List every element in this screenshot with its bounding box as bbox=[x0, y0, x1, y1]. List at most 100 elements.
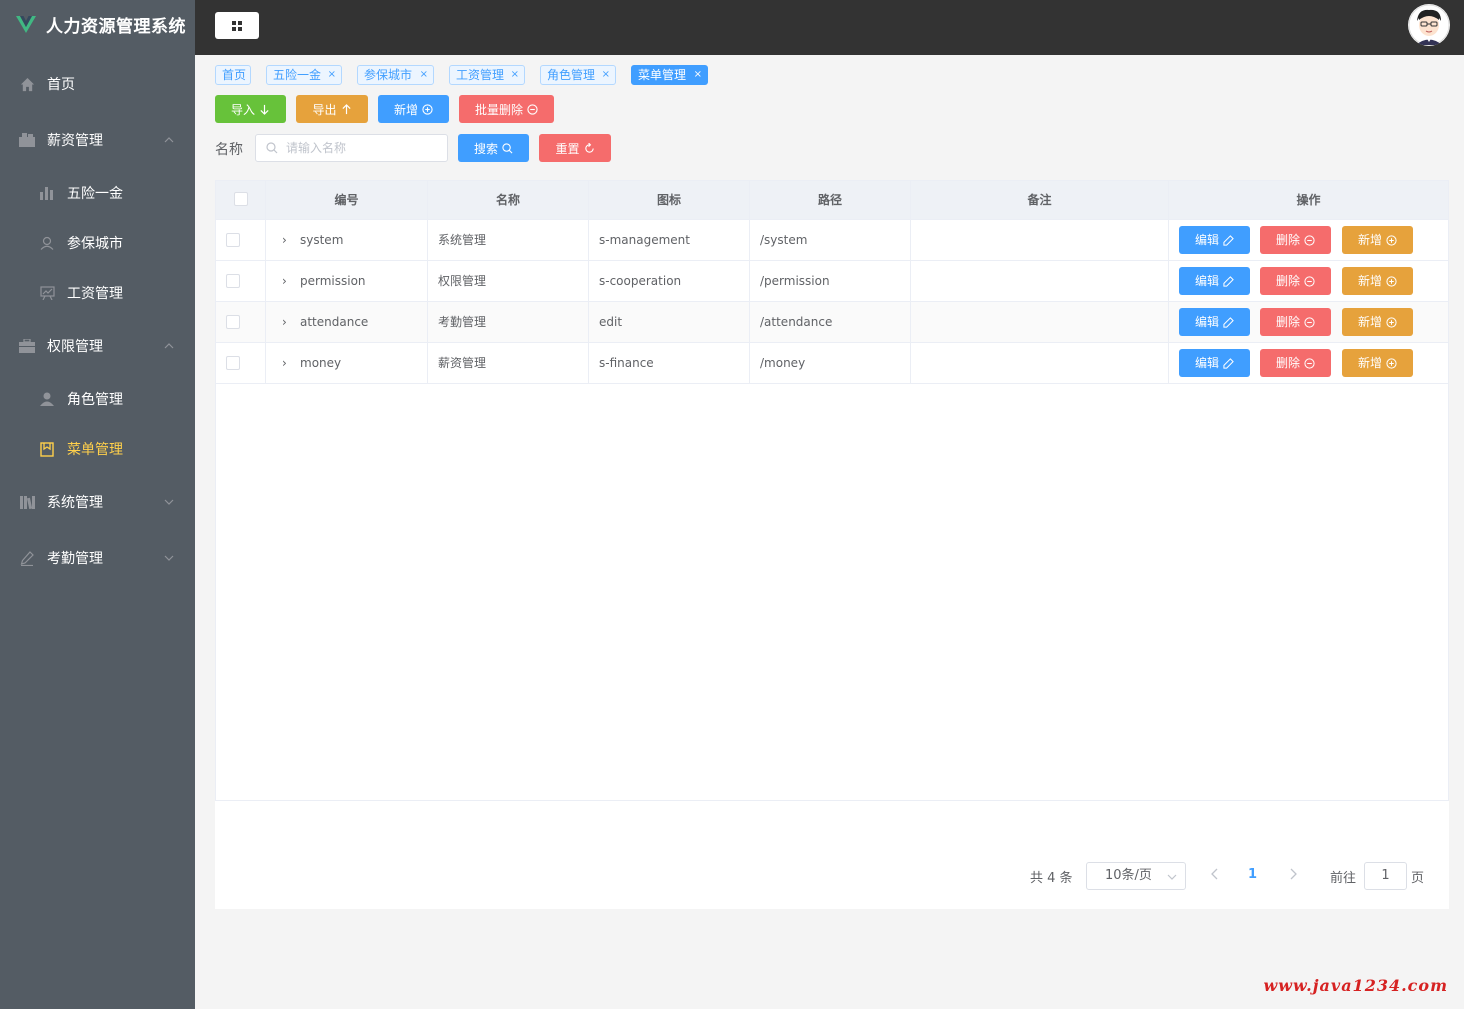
sidebar-item-salary[interactable]: 薪资管理 bbox=[0, 115, 195, 165]
tag-insurance[interactable]: 五险一金 × bbox=[266, 65, 342, 85]
table-row: › attendance 考勤管理 edit /attendance 编辑 删除 … bbox=[216, 302, 1448, 343]
expand-arrow-icon[interactable]: › bbox=[282, 343, 292, 383]
row-checkbox[interactable] bbox=[226, 315, 240, 329]
header-select-cell bbox=[216, 181, 266, 220]
close-icon[interactable]: × bbox=[328, 66, 336, 84]
cell-path: /attendance bbox=[750, 302, 911, 342]
goto-page-input[interactable]: 1 bbox=[1364, 862, 1407, 890]
batch-delete-label: 批量删除 bbox=[474, 102, 523, 117]
edit-button[interactable]: 编辑 bbox=[1179, 267, 1250, 295]
sidebar-item-system[interactable]: 系统管理 bbox=[0, 477, 195, 527]
tag-city[interactable]: 参保城市 × bbox=[357, 65, 434, 85]
code-text: money bbox=[300, 356, 342, 370]
sidebar-item-label: 系统管理 bbox=[47, 495, 103, 511]
edit-icon bbox=[1223, 275, 1234, 287]
sidebar-item-role[interactable]: 角色管理 bbox=[0, 374, 195, 424]
export-button[interactable]: 导出 bbox=[296, 95, 368, 123]
edit-label: 编辑 bbox=[1194, 356, 1219, 370]
search-button[interactable]: 搜索 bbox=[458, 134, 529, 162]
collapse-menu-button[interactable] bbox=[215, 12, 259, 39]
user-outline-icon bbox=[39, 235, 55, 251]
cell-remark bbox=[911, 220, 1169, 260]
add-button[interactable]: 新增 bbox=[378, 95, 449, 123]
circle-minus-icon bbox=[527, 103, 538, 115]
row-checkbox[interactable] bbox=[226, 233, 240, 247]
tag-role[interactable]: 角色管理 × bbox=[540, 65, 616, 85]
search-input-wrapper[interactable] bbox=[255, 134, 448, 162]
sidebar-item-label: 参保城市 bbox=[67, 236, 123, 252]
sidebar: 人力资源管理系统 首页 薪资管理 五险一金 参保城市 工资管理 权限管理 角色管… bbox=[0, 0, 195, 1009]
sidebar-item-menu[interactable]: 菜单管理 bbox=[0, 424, 195, 474]
user-avatar[interactable] bbox=[1408, 4, 1450, 46]
sidebar-item-wage[interactable]: 工资管理 bbox=[0, 268, 195, 318]
close-icon[interactable]: × bbox=[420, 66, 428, 84]
select-all-checkbox[interactable] bbox=[234, 192, 248, 206]
tag-label: 角色管理 bbox=[547, 68, 596, 82]
column-header-name: 名称 bbox=[428, 181, 589, 220]
sidebar-item-label: 薪资管理 bbox=[47, 133, 103, 149]
logo: 人力资源管理系统 bbox=[0, 0, 195, 48]
watermark: www.java1234.com bbox=[1263, 976, 1448, 995]
close-icon[interactable]: × bbox=[694, 66, 702, 84]
circle-minus-icon bbox=[1304, 275, 1315, 287]
prev-page-icon[interactable] bbox=[1209, 867, 1221, 881]
sidebar-item-attendance[interactable]: 考勤管理 bbox=[0, 533, 195, 583]
sidebar-item-home[interactable]: 首页 bbox=[0, 59, 195, 109]
expand-arrow-icon[interactable]: › bbox=[282, 261, 292, 301]
user-solid-icon bbox=[39, 391, 55, 407]
close-icon[interactable]: × bbox=[602, 66, 610, 84]
cell-icon: s-cooperation bbox=[589, 261, 750, 301]
edit-button[interactable]: 编辑 bbox=[1179, 226, 1250, 254]
current-page[interactable]: 1 bbox=[1248, 867, 1257, 882]
next-page-icon[interactable] bbox=[1287, 867, 1299, 881]
add-child-button[interactable]: 新增 bbox=[1342, 349, 1413, 377]
circle-plus-icon bbox=[1386, 357, 1397, 369]
code-text: attendance bbox=[300, 315, 369, 329]
sidebar-item-city[interactable]: 参保城市 bbox=[0, 218, 195, 268]
expand-arrow-icon[interactable]: › bbox=[282, 302, 292, 342]
edit-label: 编辑 bbox=[1194, 274, 1219, 288]
edit-icon bbox=[1223, 234, 1234, 246]
tag-label: 菜单管理 bbox=[638, 68, 687, 82]
sidebar-item-label: 五险一金 bbox=[67, 186, 123, 202]
cell-name: 权限管理 bbox=[428, 261, 589, 301]
delete-button[interactable]: 删除 bbox=[1260, 308, 1331, 336]
edit-button[interactable]: 编辑 bbox=[1179, 308, 1250, 336]
collection-icon bbox=[19, 494, 35, 510]
sidebar-item-permission[interactable]: 权限管理 bbox=[0, 321, 195, 371]
expand-arrow-icon[interactable]: › bbox=[282, 220, 292, 260]
edit-icon bbox=[1223, 316, 1234, 328]
add-child-button[interactable]: 新增 bbox=[1342, 267, 1413, 295]
sidebar-item-insurance[interactable]: 五险一金 bbox=[0, 168, 195, 218]
add-child-button[interactable]: 新增 bbox=[1342, 308, 1413, 336]
edit-icon bbox=[1223, 357, 1234, 369]
cell-icon: s-management bbox=[589, 220, 750, 260]
circle-plus-icon bbox=[1386, 316, 1397, 328]
delete-label: 删除 bbox=[1275, 274, 1300, 288]
bar-chart-icon bbox=[39, 185, 55, 201]
search-input[interactable] bbox=[286, 135, 441, 161]
cell-path: /money bbox=[750, 343, 911, 383]
chevron-down-icon bbox=[164, 499, 174, 505]
delete-button[interactable]: 删除 bbox=[1260, 226, 1331, 254]
row-checkbox[interactable] bbox=[226, 356, 240, 370]
import-button[interactable]: 导入 bbox=[215, 95, 286, 123]
delete-button[interactable]: 删除 bbox=[1260, 267, 1331, 295]
row-checkbox[interactable] bbox=[226, 274, 240, 288]
add-child-button[interactable]: 新增 bbox=[1342, 226, 1413, 254]
export-label: 导出 bbox=[312, 102, 337, 117]
arrow-down-icon bbox=[260, 104, 269, 115]
reset-button[interactable]: 重置 bbox=[539, 134, 611, 162]
batch-delete-button[interactable]: 批量删除 bbox=[459, 95, 554, 123]
edit-button[interactable]: 编辑 bbox=[1179, 349, 1250, 377]
tag-home[interactable]: 首页 bbox=[215, 65, 251, 85]
page-size-select[interactable]: 10条/页 bbox=[1086, 862, 1186, 890]
close-icon[interactable]: × bbox=[511, 66, 519, 84]
tag-wage[interactable]: 工资管理 × bbox=[449, 65, 525, 85]
add-child-label: 新增 bbox=[1357, 315, 1382, 329]
cell-remark bbox=[911, 302, 1169, 342]
delete-button[interactable]: 删除 bbox=[1260, 349, 1331, 377]
circle-minus-icon bbox=[1304, 234, 1315, 246]
chevron-down-icon bbox=[1167, 874, 1177, 880]
tag-menu[interactable]: 菜单管理 × bbox=[631, 65, 708, 85]
